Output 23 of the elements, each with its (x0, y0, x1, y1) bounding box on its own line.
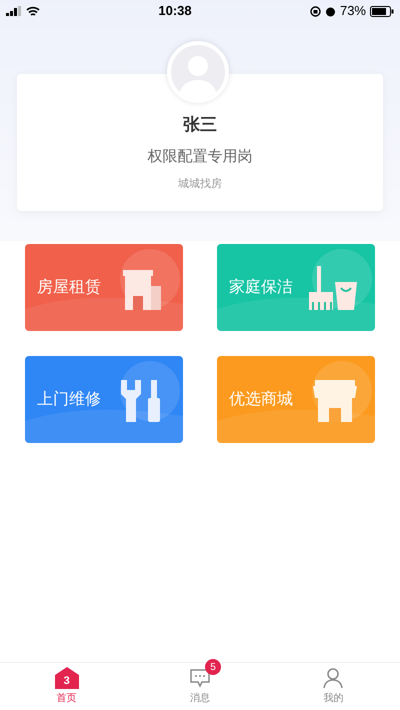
user-name: 张三 (183, 114, 217, 136)
service-label: 家庭保洁 (229, 278, 293, 298)
tab-bar-item[interactable]: 我的 (266, 663, 400, 710)
wifi-icon (26, 6, 40, 16)
rotation-lock-icon (310, 6, 321, 16)
service-label: 房屋租赁 (37, 278, 101, 298)
battery-icon (370, 6, 394, 16)
unread-badge: 5 (204, 659, 221, 675)
chat-bubble-icon (188, 667, 211, 689)
user-role: 权限配置专用岗 (148, 146, 252, 166)
service-label: 优选商城 (229, 390, 293, 410)
tab-bar-item[interactable]: 3 首页 (0, 663, 134, 710)
service-card[interactable]: 房屋租赁 (25, 244, 183, 331)
signal-icon (6, 6, 22, 16)
battery-percent: 73% (340, 2, 366, 20)
company-name: 城城找房 (178, 176, 222, 192)
service-card[interactable]: 优选商城 (217, 356, 375, 443)
service-label: 上门维修 (37, 390, 101, 410)
service-card[interactable]: 家庭保洁 (217, 244, 375, 331)
person-icon (322, 667, 344, 689)
status-time: 10:38 (158, 2, 192, 20)
house-icon: 3 (54, 667, 79, 689)
service-card[interactable]: 上门维修 (25, 356, 183, 443)
